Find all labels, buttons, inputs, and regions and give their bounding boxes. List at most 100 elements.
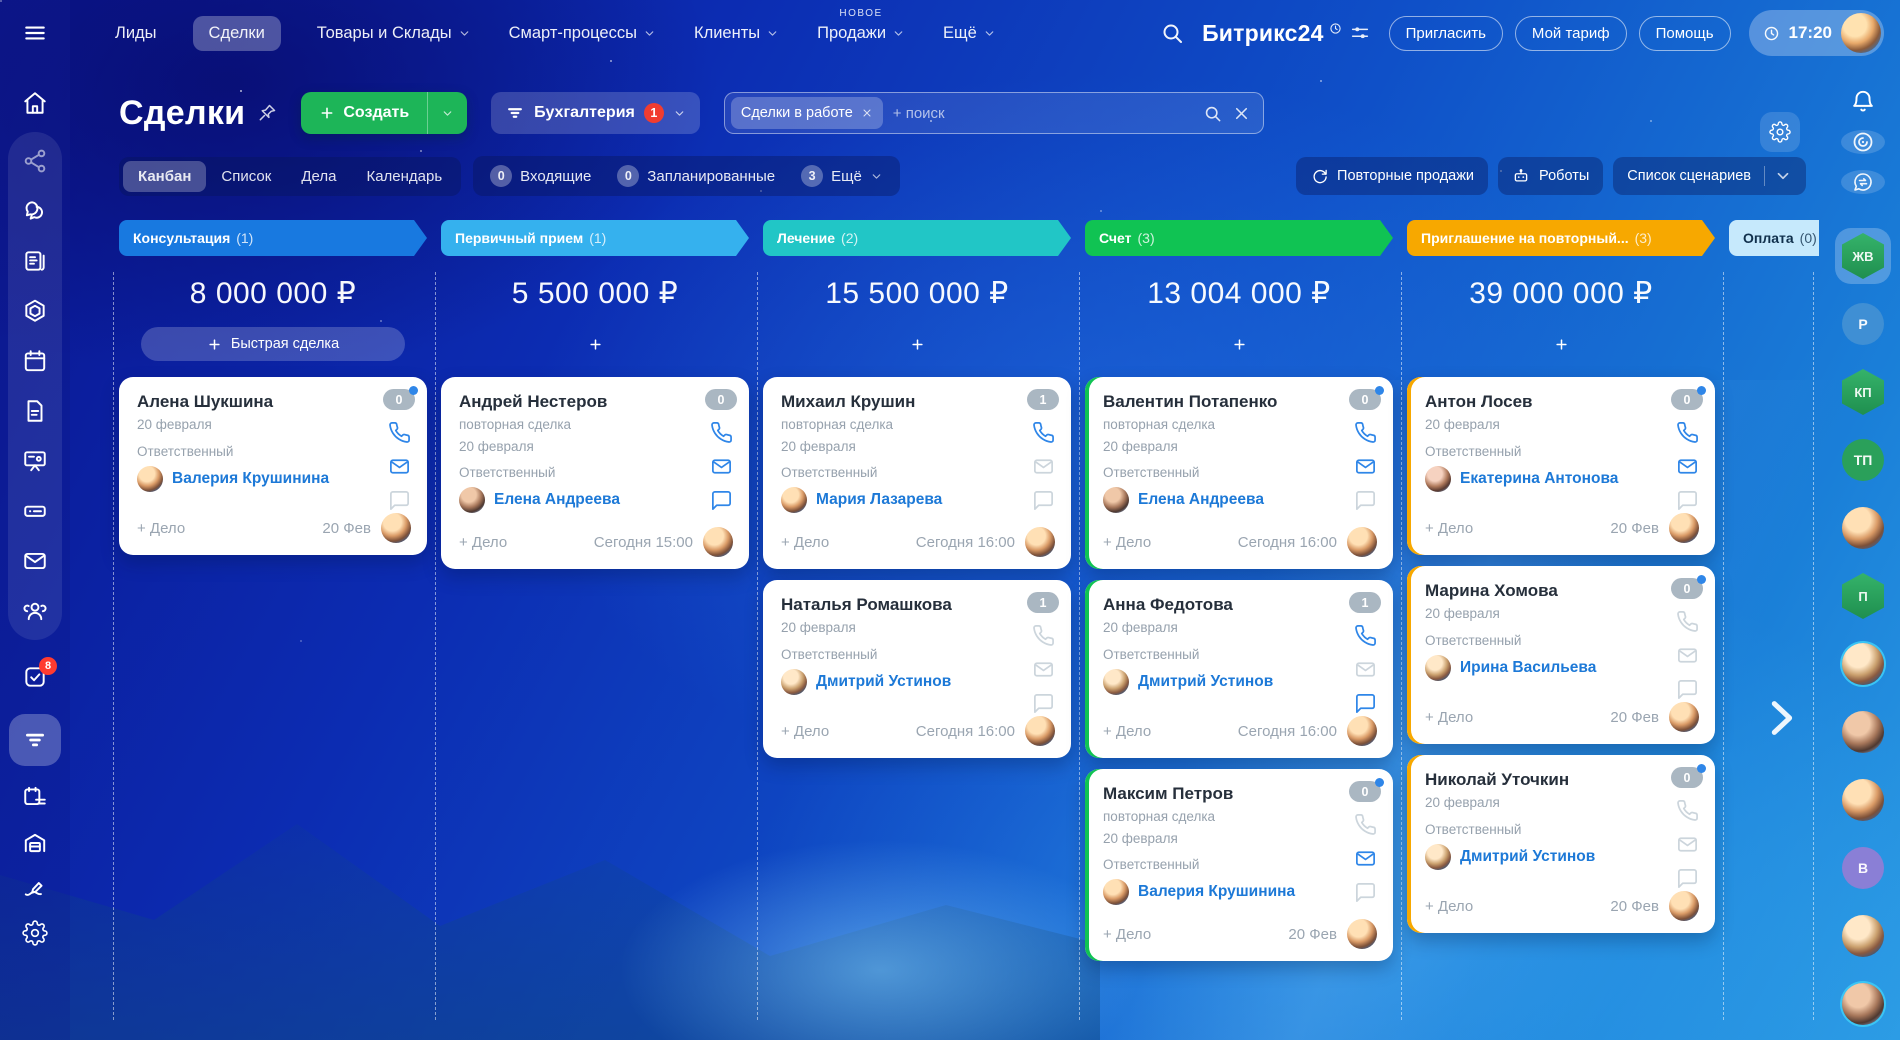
topbar-button-Мой тариф[interactable]: Мой тариф [1515, 16, 1627, 51]
chat-icon[interactable] [1032, 692, 1055, 715]
create-deal-button[interactable]: Создать [301, 92, 467, 134]
column-header[interactable]: Приглашение на повторный...(3) [1407, 220, 1715, 256]
add-activity-link[interactable]: + Дело [459, 534, 507, 551]
newsfeed-icon[interactable] [22, 248, 48, 274]
footer-avatar[interactable] [1347, 919, 1377, 949]
settings-icon[interactable] [22, 920, 48, 946]
deal-card[interactable]: Антон Лосев20 февраляОтветственныйЕкатер… [1407, 377, 1715, 555]
filter-chip[interactable]: Сделки в работе [731, 97, 883, 129]
mail-icon[interactable] [710, 455, 733, 478]
footer-avatar[interactable] [1669, 513, 1699, 543]
deal-card[interactable]: Марина Хомова20 февраляОтветственныйИрин… [1407, 566, 1715, 744]
responsible-name[interactable]: Екатерина Антонова [1460, 470, 1618, 488]
nav-item-Продажи[interactable]: НОВОЕПродажи [815, 16, 907, 51]
chat-icon[interactable] [710, 489, 733, 512]
add-activity-link[interactable]: + Дело [1425, 520, 1473, 537]
deal-card[interactable]: Наталья Ромашкова20 февраляОтветственный… [763, 580, 1071, 758]
nav-item-Сделки[interactable]: Сделки [193, 16, 281, 51]
topbar-button-Пригласить[interactable]: Пригласить [1389, 16, 1503, 51]
action-Роботы[interactable]: Роботы [1498, 157, 1603, 195]
phone-icon[interactable] [1032, 421, 1055, 444]
tab-Календарь[interactable]: Календарь [351, 161, 457, 192]
add-activity-link[interactable]: + Дело [137, 520, 185, 537]
chat-avatar[interactable] [1835, 772, 1891, 828]
home-icon[interactable] [22, 90, 48, 116]
deal-card[interactable]: Николай Уточкин20 февраляОтветственныйДм… [1407, 755, 1715, 933]
messenger-icon[interactable] [22, 198, 48, 224]
deal-card[interactable]: Андрей Нестеровповторная сделка20 феврал… [441, 377, 749, 569]
chat-avatar[interactable]: ЖВ [1835, 228, 1891, 284]
responsible-name[interactable]: Ирина Васильева [1460, 659, 1596, 677]
deal-card[interactable]: Валентин Потапенкоповторная сделка20 фев… [1085, 377, 1393, 569]
schedule-icon[interactable] [22, 784, 48, 810]
quick-deal-button[interactable]: Быстрая сделка [141, 327, 406, 361]
chat-icon[interactable] [1676, 867, 1699, 890]
search-submit-icon[interactable] [1203, 104, 1222, 123]
employees-icon[interactable] [22, 598, 48, 624]
chat-avatar[interactable] [1835, 500, 1891, 556]
action-Список сценариев[interactable]: Список сценариев [1613, 157, 1806, 195]
mail-icon[interactable] [1676, 833, 1699, 856]
column-header[interactable]: Первичный прием(1) [441, 220, 749, 256]
collab-icon[interactable] [22, 148, 48, 174]
chat-icon[interactable] [1354, 692, 1377, 715]
add-activity-link[interactable]: + Дело [1103, 534, 1151, 551]
deal-card[interactable]: Анна Федотова20 февраляОтветственныйДмит… [1085, 580, 1393, 758]
phone-icon[interactable] [1354, 624, 1377, 647]
deal-card[interactable]: Максим Петровповторная сделка20 февраляО… [1085, 769, 1393, 961]
sliders-icon[interactable] [1349, 22, 1371, 44]
column-header[interactable]: Оплата(0) [1729, 220, 1819, 256]
esign-icon[interactable] [22, 876, 48, 902]
footer-avatar[interactable] [1669, 891, 1699, 921]
warehouse-icon[interactable] [22, 830, 48, 856]
chat-avatar[interactable]: П [1835, 568, 1891, 624]
phone-icon[interactable] [1676, 610, 1699, 633]
phone-icon[interactable] [1354, 421, 1377, 444]
drive-icon[interactable] [22, 498, 48, 524]
tab-Список[interactable]: Список [206, 161, 286, 192]
search-icon[interactable] [1160, 21, 1184, 45]
phone-icon[interactable] [1032, 624, 1055, 647]
responsible-name[interactable]: Елена Андреева [494, 491, 620, 509]
chat-avatar[interactable]: ТП [1835, 432, 1891, 488]
mail-icon[interactable] [1032, 455, 1055, 478]
mail-icon[interactable] [388, 455, 411, 478]
pin-icon[interactable] [257, 103, 277, 123]
responsible-name[interactable]: Дмитрий Устинов [1138, 673, 1273, 691]
copilot-button[interactable] [1841, 130, 1885, 154]
add-deal-button[interactable] [897, 327, 937, 361]
responsible-name[interactable]: Дмитрий Устинов [1460, 848, 1595, 866]
menu-icon[interactable] [22, 20, 48, 46]
chat-avatar[interactable] [1835, 704, 1891, 760]
chat-icon[interactable] [1676, 489, 1699, 512]
mail-icon[interactable] [22, 548, 48, 574]
search-input[interactable] [893, 105, 1193, 122]
responsible-name[interactable]: Валерия Крушинина [1138, 883, 1295, 901]
mail-icon[interactable] [1676, 644, 1699, 667]
footer-avatar[interactable] [1669, 702, 1699, 732]
chat-avatar[interactable] [1835, 976, 1891, 1032]
filter-search-bar[interactable]: Сделки в работе [724, 92, 1264, 134]
chat-exchange-button[interactable] [1841, 170, 1885, 194]
tasks-icon[interactable]: 8 [22, 664, 48, 690]
add-activity-link[interactable]: + Дело [1425, 898, 1473, 915]
nav-item-Клиенты[interactable]: Клиенты [692, 16, 781, 51]
mail-icon[interactable] [1354, 455, 1377, 478]
nav-item-Смарт-процессы[interactable]: Смарт-процессы [507, 16, 658, 51]
chat-icon[interactable] [1354, 881, 1377, 904]
deal-card[interactable]: Михаил Крушинповторная сделка20 февраляО… [763, 377, 1071, 569]
search-clear-icon[interactable] [1232, 104, 1251, 123]
copilot-icon[interactable] [22, 298, 48, 324]
nav-item-Ещё[interactable]: Ещё [941, 16, 998, 51]
add-activity-link[interactable]: + Дело [781, 534, 829, 551]
chat-avatar[interactable]: КП [1835, 364, 1891, 420]
chat-icon[interactable] [1032, 489, 1055, 512]
phone-icon[interactable] [710, 421, 733, 444]
responsible-name[interactable]: Мария Лазарева [816, 491, 942, 509]
responsible-name[interactable]: Валерия Крушинина [172, 470, 329, 488]
chat-avatar[interactable]: В [1835, 840, 1891, 896]
chat-avatar[interactable] [1835, 908, 1891, 964]
funnel-selector[interactable]: Бухгалтерия 1 [491, 92, 700, 134]
phone-icon[interactable] [1676, 421, 1699, 444]
chip-close-icon[interactable] [861, 107, 873, 119]
